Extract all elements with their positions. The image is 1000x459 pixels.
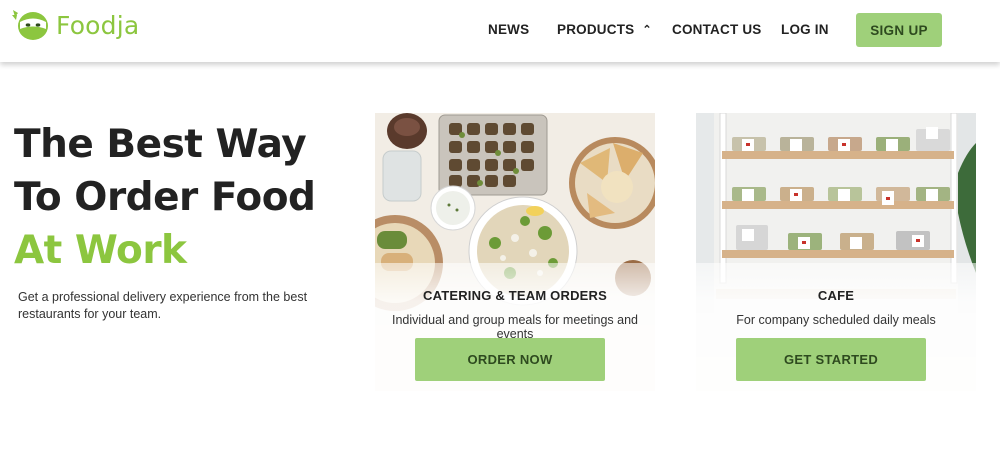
brand-name: Foodja xyxy=(56,10,140,40)
hero-line-1: The Best Way xyxy=(14,122,307,167)
order-now-button[interactable]: ORDER NOW xyxy=(415,338,605,381)
sign-up-button[interactable]: SIGN UP xyxy=(856,13,942,47)
hero-headline: The Best Way To Order Food At Work xyxy=(14,118,316,277)
cafe-card: CAFE For company scheduled daily meals G… xyxy=(696,113,976,391)
hero-line-3: At Work xyxy=(14,228,187,273)
foodja-logo[interactable]: Foodja xyxy=(12,9,139,41)
nav-products-label: PRODUCTS xyxy=(557,22,635,37)
nav-contact-us[interactable]: CONTACT US xyxy=(672,22,762,37)
hero-line-2: To Order Food xyxy=(14,175,316,220)
ninja-mascot-icon xyxy=(12,10,48,40)
cafe-card-title: CAFE xyxy=(817,288,855,303)
catering-card-title: CATERING & TEAM ORDERS xyxy=(423,288,607,303)
top-navbar: Foodja NEWS PRODUCTS ⌃ CONTACT US LOG IN … xyxy=(0,0,1000,62)
cafe-card-description: For company scheduled daily meals xyxy=(736,313,936,327)
nav-log-in[interactable]: LOG IN xyxy=(781,22,829,37)
catering-card: CATERING & TEAM ORDERS Individual and gr… xyxy=(375,113,655,391)
nav-news[interactable]: NEWS xyxy=(488,22,529,37)
caret-up-icon: ⌃ xyxy=(642,24,652,36)
hero-subtitle: Get a professional delivery experience f… xyxy=(18,290,308,321)
nav-products[interactable]: PRODUCTS ⌃ xyxy=(557,22,652,37)
get-started-button[interactable]: GET STARTED xyxy=(736,338,926,381)
catering-card-description: Individual and group meals for meetings … xyxy=(392,313,638,341)
